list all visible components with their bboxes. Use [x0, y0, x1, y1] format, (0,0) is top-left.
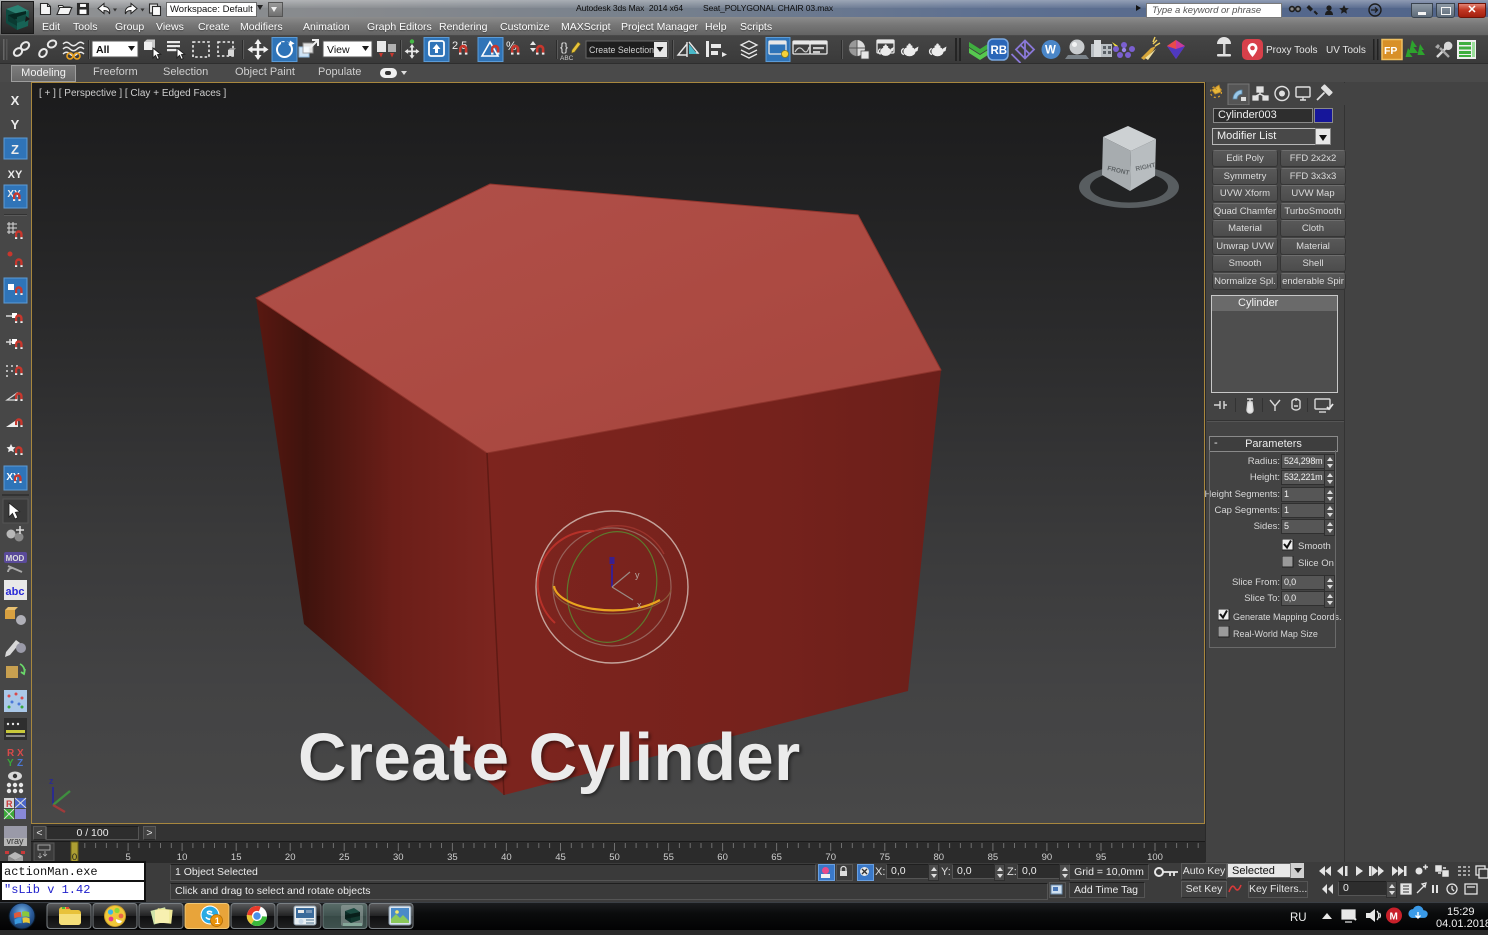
svg-text:Z: Z: [17, 758, 23, 769]
svg-text:Proxy Tools: Proxy Tools: [1266, 45, 1318, 56]
svg-text:75: 75: [880, 852, 891, 863]
svg-text:100: 100: [1147, 852, 1163, 863]
svg-text:80: 80: [934, 852, 945, 863]
svg-text:All: All: [96, 44, 110, 56]
svg-text:15:29: 15:29: [1447, 906, 1475, 918]
svg-text:Z: Z: [11, 142, 19, 157]
svg-text:20: 20: [285, 852, 296, 863]
svg-text:45: 45: [555, 852, 566, 863]
svg-text:UV Tools: UV Tools: [1326, 45, 1366, 56]
svg-text:85: 85: [988, 852, 999, 863]
svg-text:15: 15: [231, 852, 242, 863]
svg-text:M: M: [1390, 912, 1398, 923]
svg-text:RB: RB: [991, 45, 1008, 57]
svg-text:abc: abc: [6, 586, 25, 598]
svg-text:vray: vray: [6, 836, 24, 846]
svg-text:X: X: [11, 93, 20, 108]
svg-text:95: 95: [1096, 852, 1107, 863]
svg-text:04.01.2018: 04.01.2018: [1436, 918, 1488, 930]
svg-text:ABC: ABC: [560, 55, 574, 62]
svg-text:y: y: [635, 570, 640, 580]
svg-text:25: 25: [339, 852, 350, 863]
svg-text:35: 35: [447, 852, 458, 863]
svg-text:1: 1: [215, 916, 220, 926]
svg-text:40: 40: [501, 852, 512, 863]
svg-text:10: 10: [177, 852, 188, 863]
svg-text:{}: {}: [560, 40, 568, 54]
svg-text:XY: XY: [6, 472, 20, 483]
svg-text:65: 65: [771, 852, 782, 863]
svg-text:90: 90: [1042, 852, 1053, 863]
svg-text:W: W: [1045, 45, 1056, 57]
svg-text:z: z: [49, 776, 54, 786]
svg-text:60: 60: [717, 852, 728, 863]
svg-text:R: R: [6, 799, 13, 809]
svg-text:x: x: [637, 600, 642, 610]
svg-text:RU: RU: [1290, 912, 1307, 924]
svg-text:50: 50: [609, 852, 620, 863]
svg-text:FP: FP: [1384, 45, 1397, 57]
svg-text:MOD: MOD: [6, 554, 25, 563]
svg-text:70: 70: [825, 852, 836, 863]
svg-text:View: View: [327, 44, 350, 56]
svg-text:55: 55: [663, 852, 674, 863]
svg-text:Y: Y: [7, 758, 14, 769]
svg-text:XY: XY: [8, 169, 23, 181]
svg-text:Y: Y: [11, 117, 20, 132]
svg-text:30: 30: [393, 852, 404, 863]
